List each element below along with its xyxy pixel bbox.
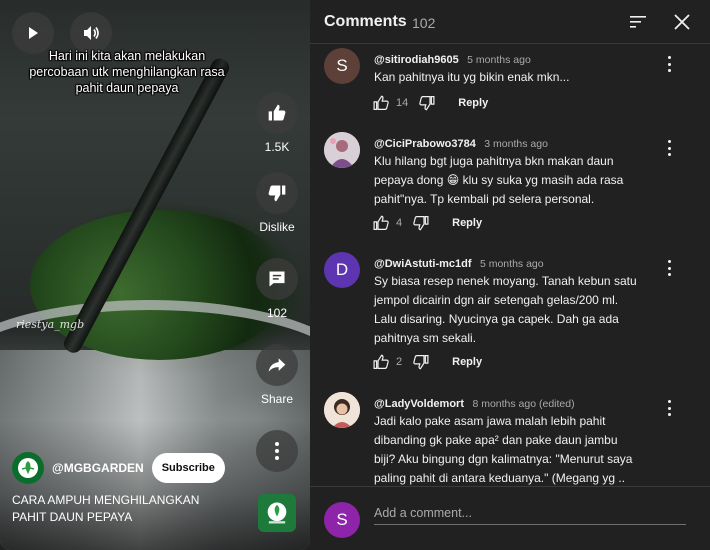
comment-icon xyxy=(269,271,285,287)
comment-avatar[interactable] xyxy=(324,392,360,428)
close-icon[interactable] xyxy=(672,12,692,32)
comment-like-count: 4 xyxy=(396,217,403,229)
comment-item: @LadyVoldemort 8 months ago (edited) Jad… xyxy=(310,392,710,486)
video-caption: Hari ini kita akan melakukan percobaan u… xyxy=(29,49,225,95)
dislike-action[interactable]: Dislike xyxy=(253,172,301,234)
short-video-player[interactable]: Hari ini kita akan melakukan percobaan u… xyxy=(0,0,310,550)
comment-time[interactable]: 8 months ago (edited) xyxy=(472,398,574,410)
comment-text: Jadi kalo pake asam jawa malah lebih pah… xyxy=(374,414,633,485)
comments-panel: Comments 102 S @sitirodiah9605 5 months … xyxy=(310,0,710,550)
comment-menu-button[interactable] xyxy=(662,258,676,278)
comment-author[interactable]: @DwiAstuti-mc1df xyxy=(374,258,472,270)
channel-avatar[interactable] xyxy=(12,452,44,484)
garden-logo-icon xyxy=(267,502,287,524)
comment-like-count: 2 xyxy=(396,356,403,368)
user-avatar[interactable]: S xyxy=(324,502,360,538)
comment-menu-button[interactable] xyxy=(662,54,676,74)
volume-icon xyxy=(84,26,99,40)
product-thumbnail[interactable] xyxy=(258,494,296,532)
like-button[interactable] xyxy=(256,92,298,134)
thumbs-up-icon xyxy=(268,104,286,121)
avatar-photo-icon xyxy=(324,392,360,428)
add-comment-bar: S xyxy=(310,486,710,550)
comment-avatar[interactable]: D xyxy=(324,252,360,288)
video-title[interactable]: CARA AMPUH MENGHILANGKAN PAHIT DAUN PEPA… xyxy=(12,492,222,526)
channel-row: @MGBGARDEN Subscribe xyxy=(12,452,225,484)
reply-button[interactable]: Reply xyxy=(458,97,488,109)
share-action[interactable]: Share xyxy=(253,344,301,406)
share-button[interactable] xyxy=(256,344,298,386)
comment-text: Kan pahitnya itu yg bikin enak mkn... xyxy=(374,70,570,84)
share-label: Share xyxy=(260,392,294,406)
like-action[interactable]: 1.5K xyxy=(253,92,301,154)
more-options-button[interactable] xyxy=(256,430,298,472)
comment-menu-button[interactable] xyxy=(662,138,676,158)
comment-avatar[interactable] xyxy=(324,132,360,168)
comment-time[interactable]: 5 months ago xyxy=(467,54,531,66)
more-vertical-icon xyxy=(275,442,279,460)
dislike-label: Dislike xyxy=(259,220,295,234)
play-icon xyxy=(29,27,38,39)
reply-button[interactable]: Reply xyxy=(452,217,482,229)
add-comment-input[interactable] xyxy=(374,501,686,525)
comment-author[interactable]: @sitirodiah9605 xyxy=(374,54,459,66)
share-icon xyxy=(268,358,286,372)
channel-name[interactable]: @MGBGARDEN xyxy=(52,461,144,475)
comment-author[interactable]: @CiciPrabowo3784 xyxy=(374,138,476,150)
comment-author[interactable]: @LadyVoldemort xyxy=(374,398,464,410)
reply-button[interactable]: Reply xyxy=(452,356,482,368)
comments-title: Comments xyxy=(324,13,407,30)
comment-text: Sy biasa resep nenek moyang. Tanah kebun… xyxy=(374,274,637,345)
comment-actions: 14 Reply xyxy=(372,94,488,112)
comment-time[interactable]: 5 months ago xyxy=(480,258,544,270)
comment-time[interactable]: 3 months ago xyxy=(484,138,548,150)
channel-logo-icon xyxy=(18,458,38,478)
comment-text: Klu hilang bgt juga pahitnya bkn makan d… xyxy=(374,154,624,206)
thumbs-up-icon[interactable] xyxy=(372,353,390,371)
comments-button[interactable] xyxy=(256,258,298,300)
comment-actions: 2 Reply xyxy=(372,353,482,371)
comment-item: D @DwiAstuti-mc1df 5 months ago Sy biasa… xyxy=(310,252,710,380)
comment-item: @CiciPrabowo3784 3 months ago Klu hilang… xyxy=(310,132,710,242)
subscribe-button[interactable]: Subscribe xyxy=(151,453,225,483)
comment-item: S @sitirodiah9605 5 months ago Kan pahit… xyxy=(310,48,710,128)
thumbs-down-icon[interactable] xyxy=(412,214,430,232)
thumbs-down-icon xyxy=(268,185,286,202)
comments-header: Comments 102 xyxy=(310,0,710,44)
thumbs-up-icon[interactable] xyxy=(372,94,390,112)
comments-action[interactable]: 102 xyxy=(253,258,301,320)
comments-count: 102 xyxy=(412,15,436,31)
avatar-photo-icon xyxy=(324,132,360,168)
thumbs-down-icon[interactable] xyxy=(412,353,430,371)
like-count: 1.5K xyxy=(264,140,290,154)
comment-like-count: 14 xyxy=(396,97,409,109)
thumbs-down-icon[interactable] xyxy=(418,94,436,112)
comment-avatar[interactable]: S xyxy=(324,48,360,84)
comment-count: 102 xyxy=(266,306,288,320)
sort-icon[interactable] xyxy=(628,12,648,32)
comment-actions: 4 Reply xyxy=(372,214,482,232)
dislike-button[interactable] xyxy=(256,172,298,214)
video-watermark: riestya_mgb xyxy=(16,318,85,331)
thumbs-up-icon[interactable] xyxy=(372,214,390,232)
comment-menu-button[interactable] xyxy=(662,398,676,418)
